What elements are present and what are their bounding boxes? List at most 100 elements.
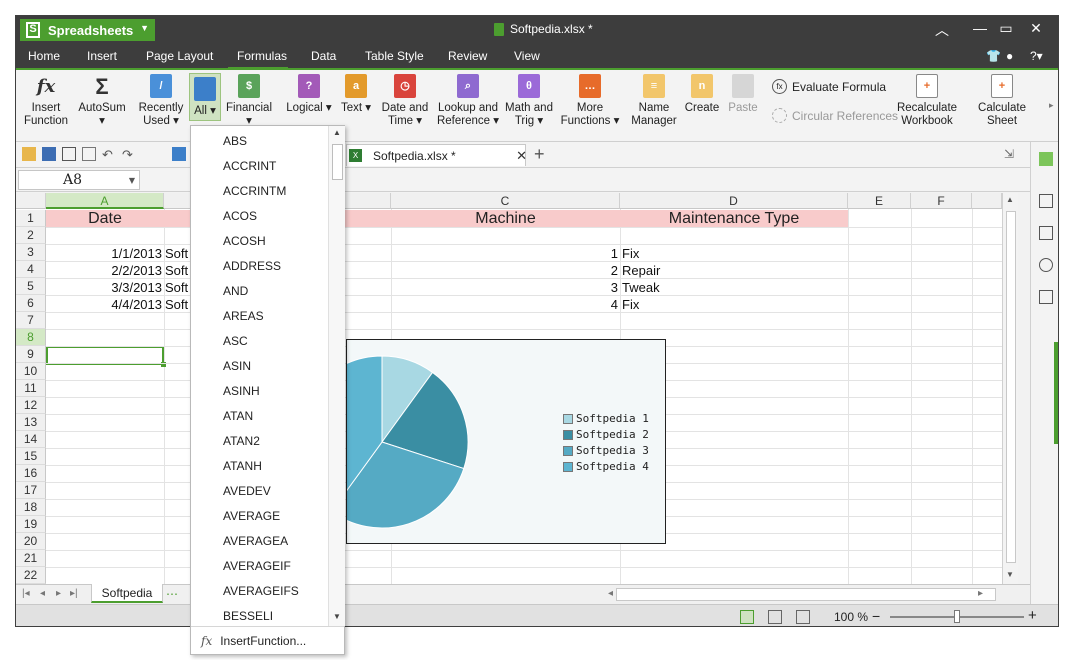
paste-button[interactable]: Paste: [724, 74, 762, 115]
zoom-in-icon[interactable]: +: [1028, 607, 1037, 624]
function-item[interactable]: BESSELI: [223, 609, 273, 623]
row-header[interactable]: 6: [16, 295, 46, 312]
row-header[interactable]: 7: [16, 312, 46, 329]
column-header-a[interactable]: A: [46, 193, 164, 209]
header-cell-maintenance[interactable]: Maintenance Type: [620, 210, 848, 228]
tab-insert[interactable]: Insert: [87, 49, 117, 63]
calculate-sheet-button[interactable]: + Calculate Sheet: [962, 74, 1042, 128]
function-item[interactable]: ACOSH: [223, 234, 266, 248]
scroll-thumb[interactable]: [332, 144, 343, 180]
name-manager-button[interactable]: ≡ Name Manager: [630, 74, 678, 128]
chevron-down-icon[interactable]: ▼: [129, 172, 135, 190]
select-icon[interactable]: [1039, 194, 1053, 208]
function-item[interactable]: ATAN: [223, 409, 253, 423]
function-item[interactable]: AVEDEV: [223, 484, 271, 498]
function-item[interactable]: ATAN2: [223, 434, 260, 448]
scroll-right-icon[interactable]: ▸: [978, 588, 983, 599]
column-header-d[interactable]: D: [620, 193, 848, 209]
function-item[interactable]: ASIN: [223, 359, 251, 373]
tab-review[interactable]: Review: [448, 49, 487, 63]
recalculate-workbook-button[interactable]: + Recalculate Workbook: [896, 74, 958, 128]
row-header[interactable]: 20: [16, 533, 46, 550]
cell-d2[interactable]: Fix: [622, 245, 848, 262]
autosum-button[interactable]: Σ AutoSum ▾: [74, 74, 130, 128]
scroll-up-icon[interactable]: ▲: [1006, 195, 1014, 204]
row-header[interactable]: 13: [16, 414, 46, 431]
side-panel-handle[interactable]: [1054, 342, 1058, 444]
cell-a3[interactable]: 2/2/2013: [46, 262, 164, 279]
page-break-view-icon[interactable]: [768, 610, 782, 624]
maximize-button[interactable]: ▭: [996, 20, 1016, 37]
function-item[interactable]: AVERAGEA: [223, 534, 288, 548]
collapse-ribbon-icon[interactable]: ︿: [932, 20, 952, 40]
cell-d4[interactable]: Tweak: [622, 279, 848, 296]
date-time-button[interactable]: ◷ Date and Time ▾: [378, 74, 432, 128]
print-icon[interactable]: [62, 147, 76, 161]
function-item[interactable]: ASINH: [223, 384, 260, 398]
row-header[interactable]: 18: [16, 499, 46, 516]
function-item[interactable]: ACCRINT: [223, 159, 276, 173]
logical-button[interactable]: ? Logical ▾: [284, 74, 334, 115]
row-header[interactable]: 11: [16, 380, 46, 397]
scroll-left-icon[interactable]: ◂: [608, 588, 613, 599]
minimize-button[interactable]: —: [970, 20, 990, 36]
column-header-e[interactable]: E: [848, 193, 911, 209]
shapes-icon[interactable]: [1039, 258, 1053, 272]
row-header[interactable]: 2: [16, 227, 46, 244]
first-sheet-icon[interactable]: |◂: [22, 588, 30, 599]
cell-c2[interactable]: 1: [391, 245, 620, 262]
last-sheet-icon[interactable]: ▸|: [70, 588, 78, 599]
scroll-down-icon[interactable]: ▼: [1006, 570, 1014, 579]
tab-page-layout[interactable]: Page Layout: [146, 49, 213, 63]
ribbon-scroll-right-icon[interactable]: ▸: [1049, 100, 1054, 111]
scroll-up-icon[interactable]: ▲: [333, 128, 341, 137]
scroll-thumb[interactable]: [1006, 211, 1016, 563]
zoom-level[interactable]: 100 %: [834, 610, 868, 624]
close-tab-icon[interactable]: ✕: [516, 148, 527, 164]
row-header[interactable]: 10: [16, 363, 46, 380]
insert-function-menu-item[interactable]: fx InsertFunction...: [191, 626, 344, 655]
function-item[interactable]: ATANH: [223, 459, 262, 473]
zoom-slider-thumb[interactable]: [954, 610, 960, 623]
help-icon[interactable]: ?▾: [1030, 49, 1043, 63]
cell-c5[interactable]: 4: [391, 296, 620, 313]
column-header-g[interactable]: [972, 193, 1002, 209]
tab-table-style[interactable]: Table Style: [365, 49, 424, 63]
user-icon[interactable]: ●: [1006, 49, 1013, 63]
evaluate-formula-button[interactable]: fx Evaluate Formula: [772, 79, 886, 94]
print-preview-icon[interactable]: [82, 147, 96, 161]
tab-data[interactable]: Data: [311, 49, 336, 63]
function-item[interactable]: AVERAGE: [223, 509, 280, 523]
more-sheets-icon[interactable]: ⋯: [166, 587, 178, 601]
financial-button[interactable]: $ Financial ▾: [223, 74, 275, 128]
new-document-icon[interactable]: [1039, 152, 1053, 166]
tab-formulas[interactable]: Formulas: [237, 49, 287, 63]
cell-c3[interactable]: 2: [391, 262, 620, 279]
lookup-reference-button[interactable]: ⌕ Lookup and Reference ▾: [436, 74, 500, 128]
row-header[interactable]: 5: [16, 278, 46, 295]
cell-d5[interactable]: Fix: [622, 296, 848, 313]
column-header-c[interactable]: C: [391, 193, 620, 209]
more-functions-button[interactable]: … More Functions ▾: [560, 74, 620, 128]
horizontal-scrollbar[interactable]: [616, 588, 996, 601]
cell-c4[interactable]: 3: [391, 279, 620, 296]
row-header[interactable]: 14: [16, 431, 46, 448]
pointer-icon[interactable]: [1039, 226, 1053, 240]
column-header-f[interactable]: F: [911, 193, 972, 209]
function-item[interactable]: AVERAGEIFS: [223, 584, 299, 598]
header-cell-machine[interactable]: Machine: [391, 210, 620, 228]
next-sheet-icon[interactable]: ▸: [56, 588, 61, 599]
name-box[interactable]: A8 ▼: [18, 170, 140, 190]
scroll-down-icon[interactable]: ▼: [333, 612, 341, 621]
row-header[interactable]: 15: [16, 448, 46, 465]
pie-chart[interactable]: Softpedia 1 Softpedia 2 Softpedia 3 Soft…: [295, 339, 666, 544]
row-header[interactable]: 8: [16, 329, 46, 346]
select-all-corner[interactable]: [16, 193, 46, 209]
backup-icon[interactable]: [1039, 290, 1053, 304]
function-item[interactable]: ASC: [223, 334, 248, 348]
skin-icon[interactable]: 👕: [986, 49, 1001, 63]
insert-function-button[interactable]: fx Insert Function: [22, 74, 70, 128]
vertical-scrollbar[interactable]: ▲ ▼: [1002, 193, 1018, 584]
row-header[interactable]: 17: [16, 482, 46, 499]
row-header[interactable]: 16: [16, 465, 46, 482]
